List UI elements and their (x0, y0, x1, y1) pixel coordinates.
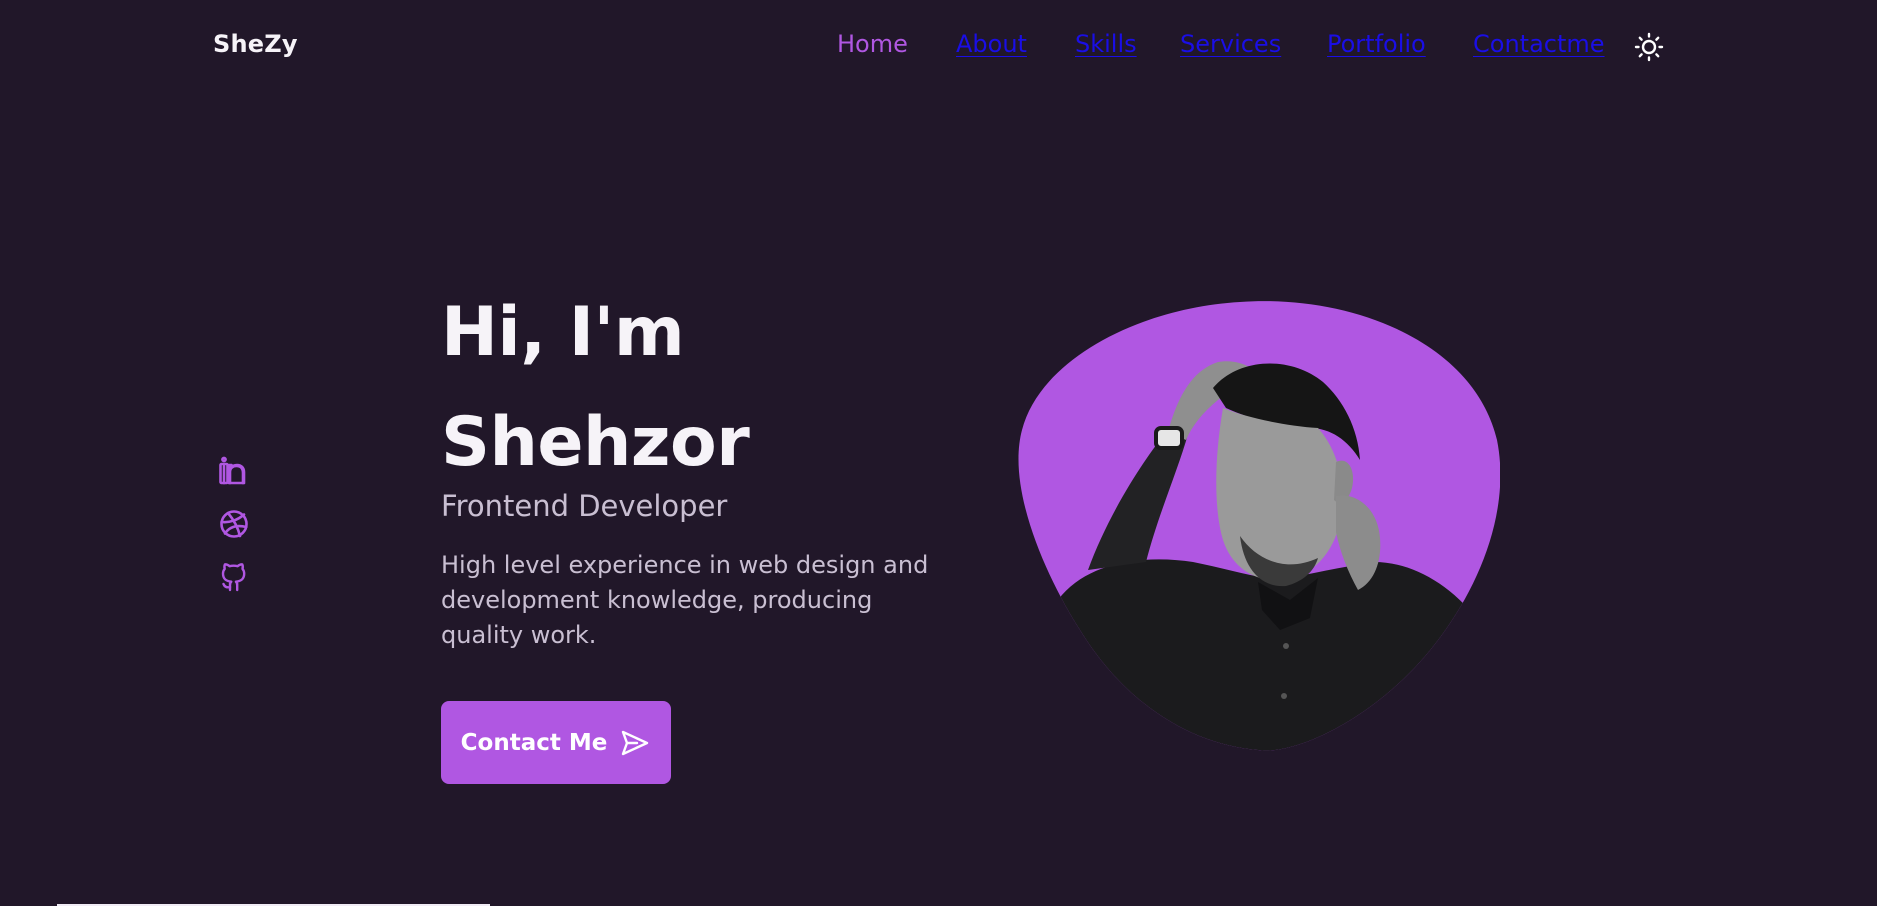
dribbble-icon (220, 510, 248, 538)
hero-title-line1: Hi, I'm (441, 293, 685, 372)
site-header: SheZy Home About Skills Services Portfol… (0, 0, 1877, 92)
nav-link-about[interactable]: About (956, 30, 1027, 58)
nav-link-home[interactable]: Home (837, 30, 908, 58)
hero-title-name: Shehzor (441, 403, 750, 482)
main-nav: Home About Skills Services Portfolio Con… (0, 30, 1877, 64)
send-icon (622, 730, 649, 755)
hero-description: High level experience in web design and … (441, 551, 929, 649)
contact-me-button[interactable]: Contact Me (441, 701, 671, 784)
linkedin-icon (219, 456, 246, 485)
social-links (218, 455, 252, 614)
linkedin-link[interactable] (218, 455, 250, 487)
github-link[interactable] (218, 561, 250, 593)
hero-title: Hi, I'm Shehzor (441, 278, 750, 498)
contact-me-button-label: Contact Me (460, 729, 608, 756)
page: SheZy Home About Skills Services Portfol… (0, 0, 1877, 906)
github-icon (221, 563, 246, 592)
nav-link-contactme[interactable]: Contactme (1473, 30, 1605, 58)
theme-toggle-button[interactable] (1634, 32, 1664, 62)
hero-subtitle: Frontend Developer (441, 489, 728, 523)
dribbble-link[interactable] (218, 508, 250, 540)
sun-icon (1634, 32, 1664, 62)
nav-link-services[interactable]: Services (1180, 30, 1281, 58)
nav-link-portfolio[interactable]: Portfolio (1327, 30, 1426, 58)
profile-image (1018, 300, 1501, 752)
nav-link-skills[interactable]: Skills (1075, 30, 1137, 58)
